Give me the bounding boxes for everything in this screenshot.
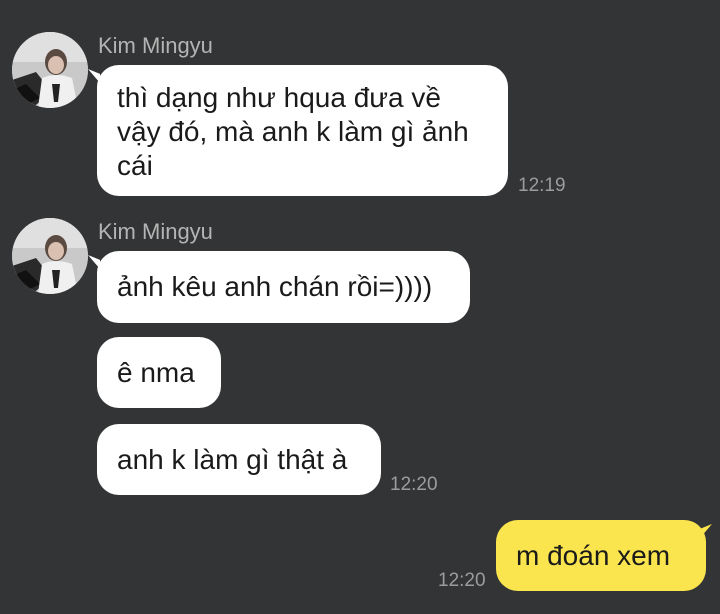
sender-name: Kim Mingyu xyxy=(98,219,213,244)
message-timestamp: 12:19 xyxy=(518,175,566,196)
profile-photo-icon xyxy=(12,218,88,294)
outgoing-message-bubble[interactable]: m đoán xem xyxy=(496,520,706,591)
message-text-line: cái xyxy=(117,150,153,181)
sender-name: Kim Mingyu xyxy=(98,33,213,58)
message-text-line: vậy đó, mà anh k làm gì ảnh xyxy=(117,116,469,147)
message-bubble[interactable]: ảnh kêu anh chán rồi=)))) xyxy=(97,251,470,323)
message-text: ảnh kêu anh chán rồi=)))) xyxy=(117,271,433,302)
message-text: ê nma xyxy=(117,356,195,388)
message-timestamp: 12:20 xyxy=(390,474,438,495)
message-bubble[interactable]: ê nma xyxy=(97,337,221,408)
message-bubble[interactable]: anh k làm gì thật à xyxy=(97,424,381,495)
message-text-line: thì dạng như hqua đưa về xyxy=(117,82,441,113)
sender-avatar[interactable] xyxy=(12,218,88,294)
message-text: anh k làm gì thật à xyxy=(117,443,348,475)
message-timestamp: 12:20 xyxy=(438,570,486,591)
message-text: m đoán xem xyxy=(516,539,671,571)
message-bubble[interactable]: thì dạng như hqua đưa về vậy đó, mà anh … xyxy=(97,65,508,196)
sender-avatar[interactable] xyxy=(12,32,88,108)
profile-photo-icon xyxy=(12,32,88,108)
